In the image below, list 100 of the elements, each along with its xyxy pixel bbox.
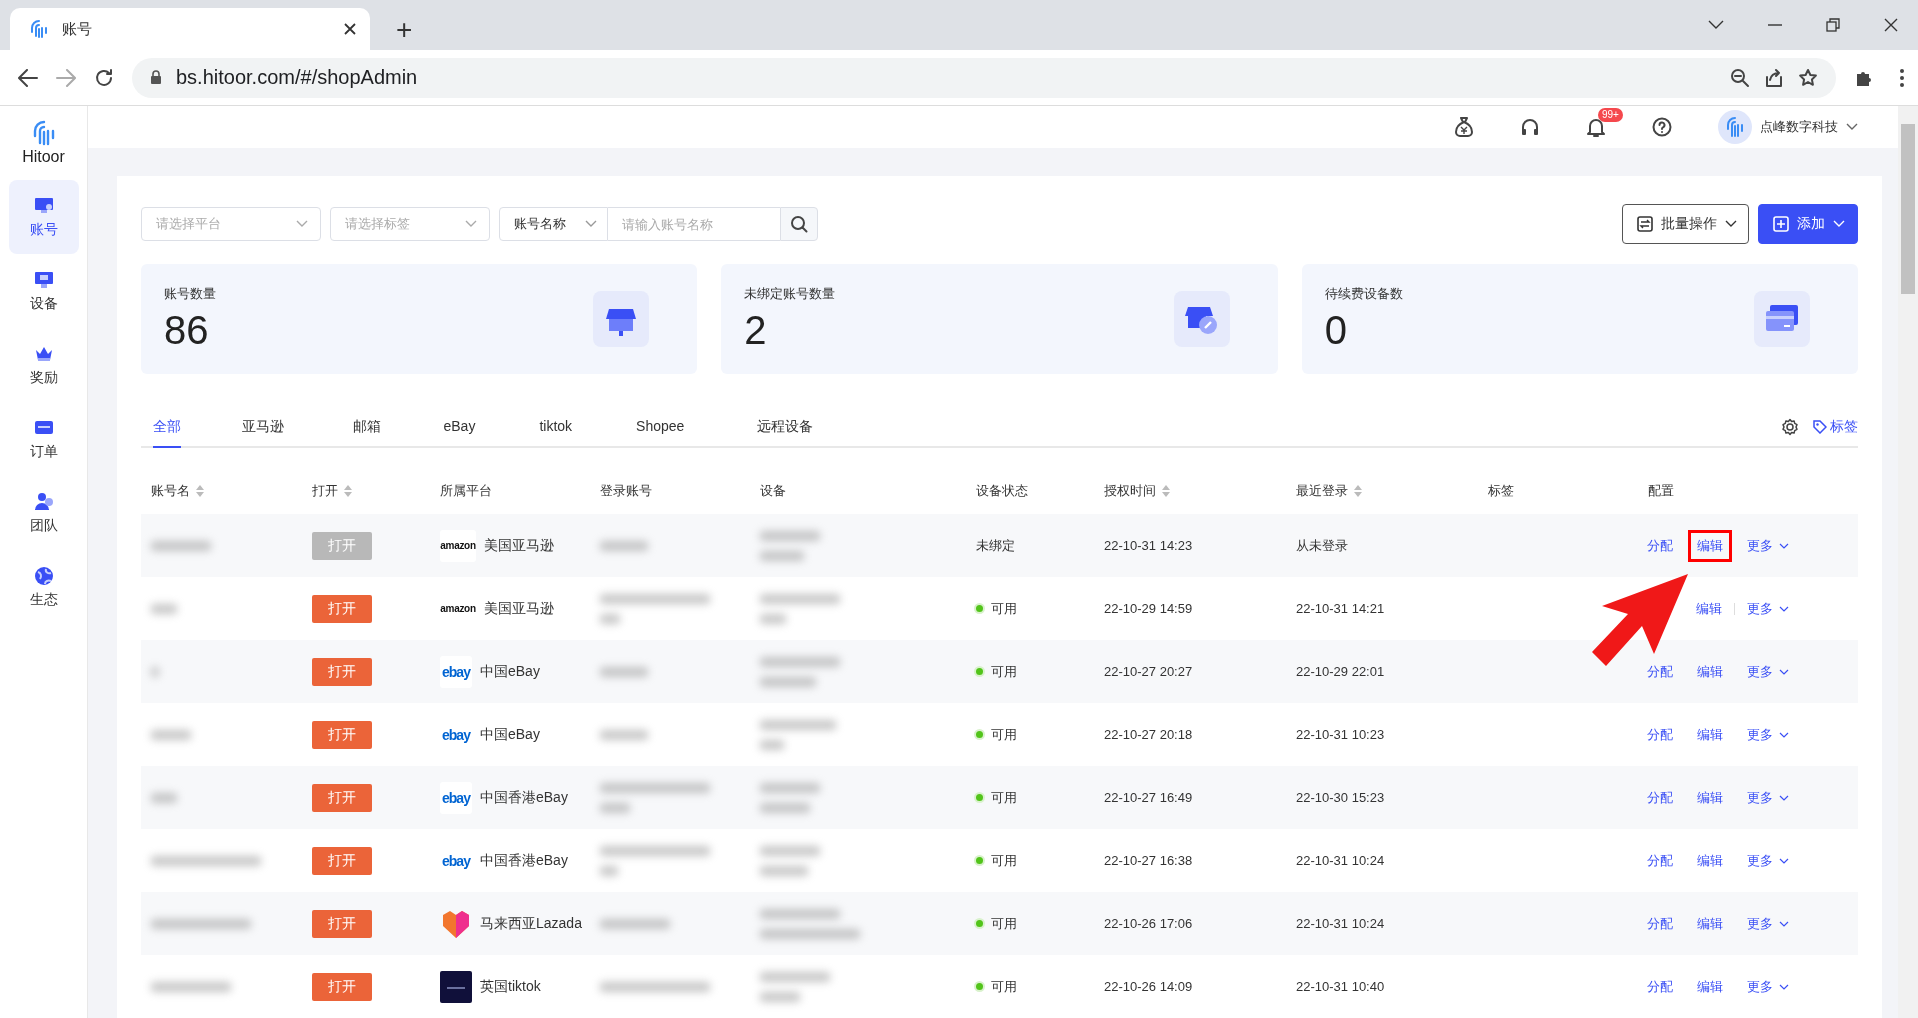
action-link[interactable]: 编辑 (1688, 655, 1732, 688)
tab[interactable]: 亚马逊 (242, 418, 284, 448)
table-cell-text: 22-10-26 14:09 (1104, 979, 1194, 994)
action-link[interactable]: 更多 (1738, 907, 1798, 940)
platform-name: 美国亚马逊 (484, 599, 554, 618)
action-link[interactable]: 编辑 (1688, 970, 1732, 1003)
sidebar-item[interactable]: 奖励 (8, 328, 79, 402)
status-text: 可用 (991, 599, 1017, 618)
chevron-down-icon[interactable] (1708, 20, 1724, 30)
action-link[interactable]: 编辑 (1688, 907, 1732, 940)
status-text: 可用 (991, 662, 1017, 681)
money-bag-icon[interactable] (1454, 116, 1474, 138)
avatar[interactable] (1718, 110, 1752, 144)
action-link[interactable]: 更多 (1738, 655, 1798, 688)
action-link[interactable]: 分配 (1638, 655, 1682, 688)
sidebar-item[interactable]: 设备 (8, 254, 79, 328)
column-header: 最近登录 (1296, 482, 1348, 500)
open-button[interactable]: 打开 (312, 594, 372, 623)
action-link[interactable]: 编辑 (1688, 844, 1732, 877)
action-link[interactable]: 编辑 (1688, 781, 1732, 814)
open-button[interactable]: 打开 (312, 909, 372, 938)
action-link[interactable]: 更多 (1738, 718, 1798, 751)
search-field[interactable]: 请输入账号名称 (608, 207, 780, 241)
tab[interactable]: 邮箱 (353, 418, 381, 448)
blurred-text (760, 845, 820, 856)
open-button[interactable]: 打开 (312, 972, 372, 1001)
back-icon[interactable] (18, 68, 38, 87)
action-link[interactable]: 分配 (1638, 781, 1682, 814)
batch-button[interactable]: 批量操作 (1622, 204, 1749, 244)
tab[interactable]: Shopee (636, 418, 685, 448)
platform-name: 中国香港eBay (480, 788, 568, 807)
action-link[interactable]: 更多 (1738, 970, 1798, 1003)
action-link[interactable]: 更多 (1738, 592, 1798, 625)
sidebar-item[interactable]: 生态 (8, 550, 79, 624)
restore-icon[interactable] (1826, 18, 1840, 32)
table-cell-text: 22-10-30 15:23 (1296, 790, 1386, 805)
address-bar[interactable]: bs.hitoor.com/#/shopAdmin (132, 57, 1836, 98)
star-icon[interactable] (1798, 67, 1818, 88)
sidebar-item[interactable]: 订单 (8, 402, 79, 476)
headset-icon[interactable] (1520, 117, 1540, 137)
action-link[interactable]: 更多 (1738, 529, 1798, 562)
help-icon[interactable] (1652, 117, 1672, 137)
bell-icon[interactable] (1586, 116, 1606, 138)
tab[interactable]: eBay (443, 418, 476, 448)
tab[interactable]: tiktok (539, 418, 573, 448)
sidebar-item[interactable]: 账号 (8, 180, 79, 254)
action-link[interactable]: 更多 (1738, 844, 1798, 877)
stat-label: 未绑定账号数量 (744, 285, 837, 303)
action-link[interactable]: 分配 (1638, 529, 1682, 562)
status-text: 可用 (991, 788, 1017, 807)
menu-icon[interactable] (1900, 68, 1904, 87)
platform-name: 中国香港eBay (480, 851, 568, 870)
column-header: 设备 (760, 482, 786, 500)
column-header: 授权时间 (1104, 482, 1156, 500)
scrollbar[interactable] (1898, 106, 1918, 1018)
blurred-text (600, 729, 648, 740)
action-link[interactable]: 分配 (1638, 844, 1682, 877)
open-button[interactable]: 打开 (312, 846, 372, 875)
browser-tab[interactable]: 账号 (10, 8, 370, 50)
sidebar-item[interactable]: 团队 (8, 476, 79, 550)
open-button[interactable]: 打开 (312, 657, 372, 686)
new-tab-button[interactable]: + (396, 16, 413, 44)
blurred-text (151, 792, 177, 803)
stat-value: 2 (744, 307, 768, 353)
settings-icon[interactable] (1781, 418, 1799, 436)
add-button[interactable]: 添加 (1758, 204, 1858, 244)
search-field-select[interactable]: 账号名称 (499, 207, 608, 241)
open-button[interactable]: 打开 (312, 720, 372, 749)
open-button[interactable]: 打开 (312, 783, 372, 812)
stat-label: 待续费设备数 (1324, 285, 1404, 303)
blurred-text (151, 729, 191, 740)
search-button[interactable] (780, 207, 818, 241)
dark-square-logo-icon (440, 970, 472, 1003)
chevron-down-icon (1846, 123, 1858, 131)
action-link[interactable]: 分配 (1638, 718, 1682, 751)
tab[interactable]: 全部 (153, 418, 181, 448)
action-link[interactable]: 更多 (1738, 781, 1798, 814)
table-cell-text: 22-10-31 10:40 (1296, 979, 1386, 994)
close-icon[interactable] (344, 23, 356, 35)
close-icon[interactable] (1884, 18, 1898, 32)
status-text: 可用 (991, 851, 1017, 870)
user-name[interactable]: 点峰数字科技 (1760, 118, 1838, 136)
share-icon[interactable] (1764, 67, 1784, 88)
action-link[interactable]: 编辑 (1688, 529, 1732, 562)
table-cell-text: 22-10-27 20:18 (1104, 727, 1194, 742)
platform-name: 英国tiktok (480, 977, 541, 996)
zoom-icon[interactable] (1730, 67, 1750, 88)
blurred-text (760, 530, 820, 541)
tab[interactable]: 远程设备 (756, 418, 813, 448)
column-header: 登录账号 (600, 482, 652, 500)
reload-icon[interactable] (94, 67, 114, 88)
status-text: 可用 (991, 725, 1017, 744)
blurred-text (760, 613, 786, 624)
action-link[interactable]: 分配 (1638, 970, 1682, 1003)
action-link[interactable]: 分配 (1638, 907, 1682, 940)
brand-logo: amazon (440, 529, 476, 562)
action-link[interactable]: 编辑 (1688, 718, 1732, 751)
action-link[interactable]: 编辑 (1687, 592, 1731, 625)
tag-link[interactable]: 标签 (1813, 418, 1858, 436)
blurred-text (151, 603, 177, 614)
